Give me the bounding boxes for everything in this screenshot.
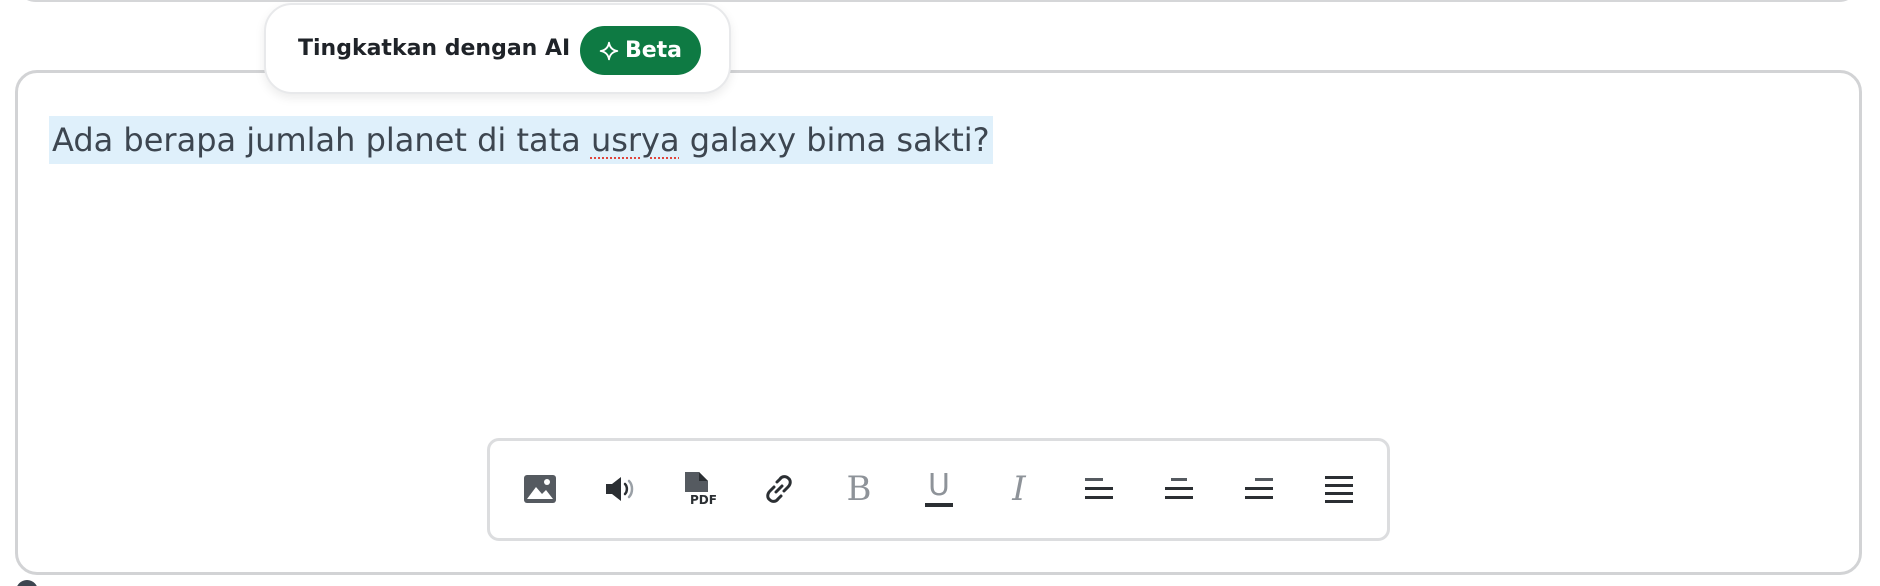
insert-audio-button[interactable] (596, 465, 644, 513)
align-right-button[interactable] (1235, 465, 1283, 513)
sparkle-icon (599, 41, 619, 61)
ai-beta-label: Beta (624, 38, 683, 63)
ai-enhance-panel: Tingkatkan dengan AI Beta (264, 3, 731, 94)
underline-button[interactable]: U (915, 465, 963, 513)
align-justify-icon (1324, 474, 1354, 504)
ai-beta-button[interactable]: Beta (580, 26, 701, 75)
insert-pdf-button[interactable]: PDF (676, 465, 724, 513)
link-icon (762, 472, 796, 506)
hint-row-partial (16, 580, 38, 586)
align-left-icon (1084, 476, 1114, 502)
question-editor-page: Ada berapa jumlah planet di tata usrya g… (0, 0, 1880, 586)
question-text-before: Ada berapa jumlah planet di tata (52, 121, 591, 159)
align-center-icon (1164, 476, 1194, 502)
underline-bar (925, 503, 953, 507)
underline-glyph: U (928, 468, 950, 503)
italic-icon: I (1012, 469, 1026, 509)
insert-link-button[interactable] (755, 465, 803, 513)
align-left-button[interactable] (1075, 465, 1123, 513)
misspelled-word[interactable]: usrya (591, 121, 680, 159)
speaker-icon (603, 474, 637, 504)
align-right-icon (1244, 476, 1274, 502)
align-justify-button[interactable] (1315, 465, 1363, 513)
ai-enhance-label: Tingkatkan dengan AI (298, 36, 571, 61)
formatting-toolbar: PDF B U I (487, 438, 1390, 541)
question-text[interactable]: Ada berapa jumlah planet di tata usrya g… (49, 116, 993, 164)
italic-button[interactable]: I (995, 465, 1043, 513)
pdf-badge: PDF (690, 493, 717, 507)
align-center-button[interactable] (1155, 465, 1203, 513)
bold-button[interactable]: B (835, 465, 883, 513)
insert-image-button[interactable] (516, 465, 564, 513)
bold-icon: B (846, 469, 872, 509)
previous-card (15, 0, 1860, 2)
underline-icon: U (925, 471, 953, 507)
info-icon (16, 580, 38, 586)
question-text-after: galaxy bima sakti? (679, 121, 990, 159)
image-icon (523, 474, 557, 504)
